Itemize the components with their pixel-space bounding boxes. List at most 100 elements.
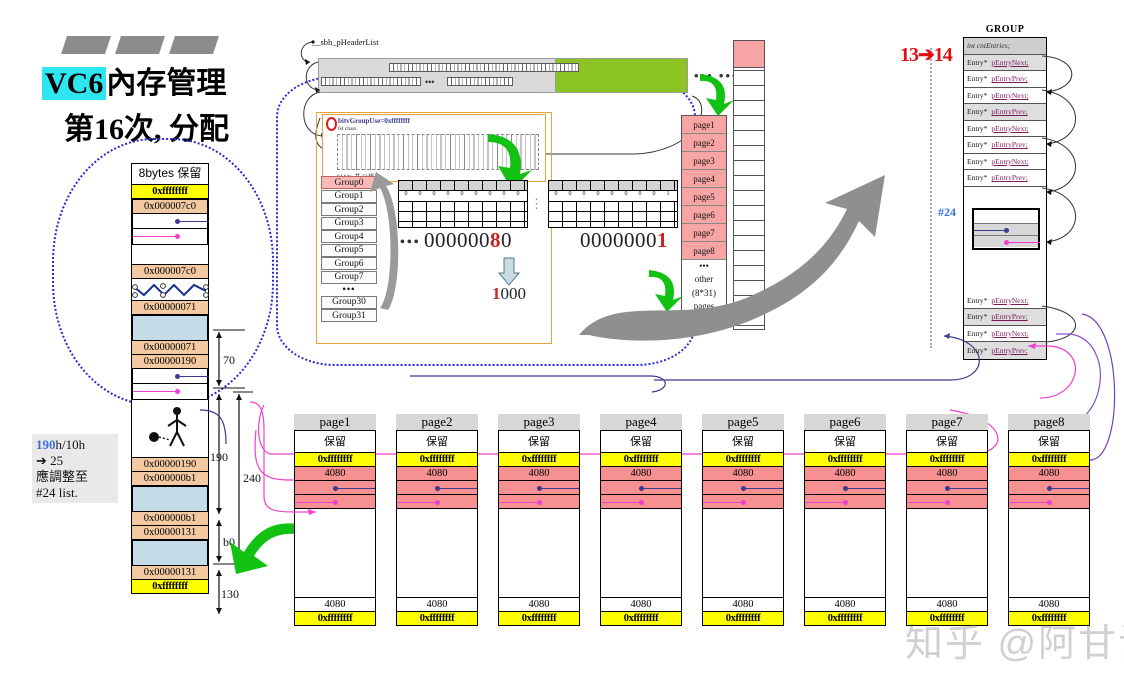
selected-entry-box[interactable] [972, 208, 1040, 250]
page-box-4: 保留 0xffffffff 4080 4080 0xffffffff [600, 430, 682, 626]
page-7-guard: 0xffffffff [907, 453, 987, 467]
page-1-tail-guard: 0xffffffff [295, 612, 375, 625]
mem-row-size-71-bottom: 0x00000071 [132, 340, 208, 355]
page-7-tail-size: 4080 [907, 597, 987, 612]
page-7-size: 4080 [907, 467, 987, 481]
page-6-tail-size: 4080 [805, 597, 885, 612]
group-row-3-type: Entry* [967, 107, 988, 117]
page-2-tail-guard: 0xffffffff [397, 612, 477, 625]
page-4-prev-ptr [601, 495, 681, 509]
page-8-tail-size: 4080 [1009, 597, 1089, 612]
group-row-6[interactable]: Entry* pEntryNext; [964, 153, 1046, 170]
page-box-3: 保留 0xffffffff 4080 4080 0xffffffff [498, 430, 580, 626]
page-box-label-7: page7 [906, 414, 988, 430]
page-list-item-3[interactable]: page3 [682, 152, 726, 170]
mem-header-label: 8bytes 保留 [132, 164, 208, 185]
page-5-tail-size: 4080 [703, 597, 783, 612]
page-box-7: 保留 0xffffffff 4080 4080 0xffffffff [906, 430, 988, 626]
group-row-3-field: pEntryPrev; [991, 107, 1028, 117]
group-row-7[interactable]: Entry* pEntryPrev; [964, 170, 1046, 187]
bitmap-left-header-row [399, 181, 527, 190]
page-5-guard: 0xffffffff [703, 453, 783, 467]
mem-row-ptr-prev [133, 228, 207, 244]
page-7-prev-ptr [907, 495, 987, 509]
mem-row-ptr-next [133, 213, 209, 229]
svg-text:130: 130 [221, 587, 239, 601]
page-3-free-space [499, 509, 579, 597]
page-box-label-6: page6 [804, 414, 886, 430]
group-row-2-type: Entry* [967, 90, 988, 100]
hex-left-red: 8 [490, 228, 501, 252]
pointer-routing-lines [254, 313, 1116, 511]
page-2-next-ptr [397, 481, 477, 495]
green-arrow-4-icon [230, 523, 298, 574]
page-4-tail-guard: 0xffffffff [601, 612, 681, 625]
note-l3: 應調整至 [36, 468, 89, 484]
page-3-size: 4080 [499, 467, 579, 481]
page-box-label-4: page4 [600, 414, 682, 430]
left-annotation-note: 190h/10h ➔ 25 應調整至 #24 list. [32, 434, 118, 504]
page-3-reserved: 保留 [499, 431, 579, 453]
group-row-5[interactable]: Entry* pEntryPrev; [964, 137, 1046, 154]
title-decor-bars [61, 36, 282, 54]
page-6-tail-guard: 0xffffffff [805, 612, 885, 625]
note-l1-rest: h/10h [55, 437, 86, 452]
page-2-reserved: 保留 [397, 431, 477, 453]
page-6-next-ptr [805, 481, 885, 495]
mem-row-size-131-bottom: 0x00000131 [132, 565, 208, 580]
group-row-7-field: pEntryPrev; [991, 173, 1028, 183]
group-row-0[interactable]: Entry* pEntryNext; [964, 54, 1046, 71]
mem-row-squiggle-break [132, 278, 209, 301]
group-row-0-type: Entry* [967, 57, 988, 67]
group-table-title: GROUP [985, 24, 1025, 35]
page-7-reserved: 保留 [907, 431, 987, 453]
page-8-reserved: 保留 [1009, 431, 1089, 453]
page-5-size: 4080 [703, 467, 783, 481]
group-row-1[interactable]: Entry* pEntryPrev; [964, 71, 1046, 88]
page-box-6: 保留 0xffffffff 4080 4080 0xffffffff [804, 430, 886, 626]
page-5-tail-guard: 0xffffffff [703, 612, 783, 625]
page-5-prev-ptr [703, 495, 783, 509]
page-5-next-ptr [703, 481, 783, 495]
mem-free-block-7c0: 0x000007c0 [132, 198, 209, 245]
page-box-8: 保留 0xffffffff 4080 4080 0xffffffff [1008, 430, 1090, 626]
entry-count-transition-label: 13➔14 [900, 44, 953, 66]
bitmap-left-cells [399, 202, 527, 227]
mem-row-ptr-next-2 [133, 368, 209, 384]
page-2-tail-size: 4080 [397, 597, 477, 612]
page-8-next-ptr [1009, 481, 1089, 495]
mem-row-guard-bottom: 0xffffffff [132, 579, 208, 593]
group-row-4-field: pEntryNext; [991, 123, 1029, 133]
mem-row-size-7c0-top: 0x000007c0 [133, 199, 207, 214]
mem-row-gap-1 [132, 244, 208, 265]
page-4-reserved: 保留 [601, 431, 681, 453]
page-list-item-2[interactable]: page2 [682, 134, 726, 152]
note-l4: #24 list. [36, 484, 78, 500]
group-row-3[interactable]: Entry* pEntryPrev; [964, 104, 1046, 121]
list-index-label: #24 [938, 205, 956, 219]
title-line1-rest: 內存管理 [106, 67, 227, 100]
group-row-2[interactable]: Entry* pEntryNext; [964, 87, 1046, 104]
page-list-item-1[interactable]: page1 [682, 116, 726, 134]
page-2-size: 4080 [397, 467, 477, 481]
group-row-1-type: Entry* [967, 74, 988, 84]
ptr-line-magenta [133, 235, 177, 238]
mem-row-used-130 [132, 539, 208, 566]
memory-block-column: 8bytes 保留 0xffffffff 0x000007c0 0x000007… [131, 163, 209, 594]
mem-row-size-190-top: 0x00000190 [132, 354, 208, 369]
page-box-label-8: page8 [1008, 414, 1090, 430]
group-row-4[interactable]: Entry* pEntryNext; [964, 120, 1046, 137]
page-1-free-space [295, 509, 375, 597]
title-badge: VC6 [42, 67, 107, 100]
mem-row-size-131-top: 0x00000131 [132, 525, 208, 540]
mem-row-guard-top: 0xffffffff [132, 184, 208, 199]
page-3-tail-guard: 0xffffffff [499, 612, 579, 625]
page-7-next-ptr [907, 481, 987, 495]
bitv-title: bitvGroupUse=0xffffffff [338, 117, 410, 125]
group-row-2-field: pEntryNext; [991, 90, 1029, 100]
page-3-prev-ptr [499, 495, 579, 509]
page-2-free-space [397, 509, 477, 597]
page-3-tail-size: 4080 [499, 597, 579, 612]
page-box-label-5: page5 [702, 414, 784, 430]
hex-value-left: 00000080 [424, 228, 512, 253]
